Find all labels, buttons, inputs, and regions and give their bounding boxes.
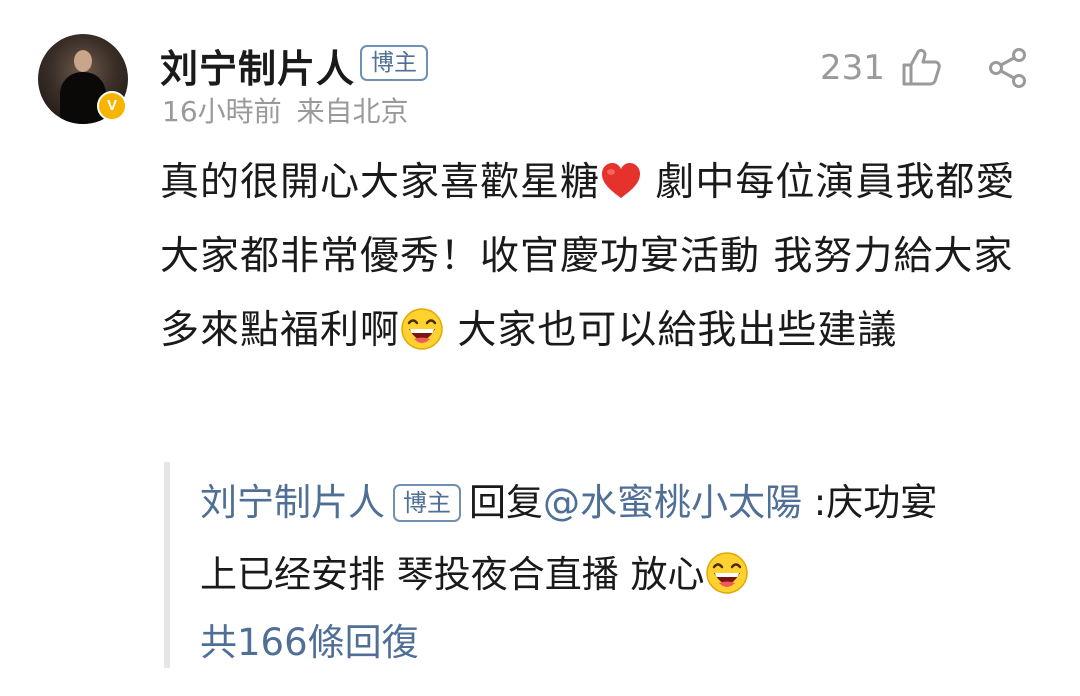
reply-line-2: 上已经安排 琴投夜合直播 放心 xyxy=(200,544,749,598)
avatar-figure-head xyxy=(74,50,92,72)
verified-badge-icon: V xyxy=(97,91,127,121)
reply-line-1: 刘宁制片人 博主 回复@水蜜桃小太陽 :庆功宴 xyxy=(200,472,937,526)
post-content: 真的很開心大家喜歡星糖 劇中每位演員我都愛 大家都非常優秀！收官慶功宴活動 我努… xyxy=(160,146,1030,368)
reply-mention-link[interactable]: @水蜜桃小太陽 xyxy=(543,481,802,524)
blogger-tag: 博主 xyxy=(360,45,428,81)
reply-text-line2: 上已经安排 琴投夜合直播 放心 xyxy=(200,553,705,596)
thumbs-up-icon[interactable] xyxy=(900,47,942,87)
reply-blogger-tag: 博主 xyxy=(393,484,461,522)
view-replies-link[interactable]: 共166條回復 xyxy=(200,612,419,666)
like-count: 231 xyxy=(820,48,885,88)
post-location: 来自北京 xyxy=(296,95,409,128)
reply-text-line1: :庆功宴 xyxy=(802,481,938,524)
post-author-name[interactable]: 刘宁制片人 xyxy=(160,38,355,93)
share-icon[interactable] xyxy=(986,48,1030,88)
post-text-part3: 大家也可以給我出些建議 xyxy=(457,308,898,353)
post-time: 16小時前 xyxy=(162,95,282,128)
reply-preview[interactable]: 刘宁制片人 博主 回复@水蜜桃小太陽 :庆功宴 上已经安排 琴投夜合直播 放心 共1… xyxy=(164,462,1050,668)
post-meta: 16小時前 来自北京 xyxy=(162,90,409,130)
post-text-part1: 真的很開心大家喜歡星糖 xyxy=(160,160,601,205)
laughing-emoji-icon xyxy=(401,308,443,350)
red-heart-emoji-icon xyxy=(602,163,641,198)
laughing-emoji-icon xyxy=(705,552,748,594)
reply-author-name[interactable]: 刘宁制片人 xyxy=(200,481,385,524)
reply-action: 回复 xyxy=(469,481,543,524)
